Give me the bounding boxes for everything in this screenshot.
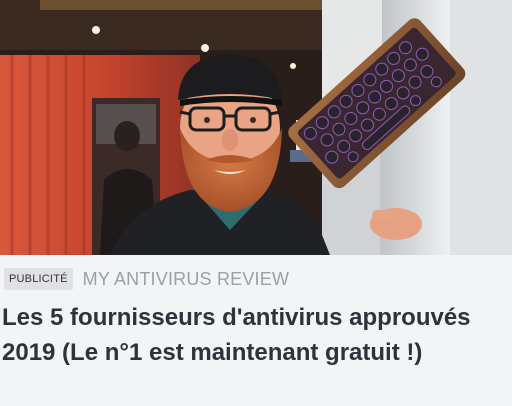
ad-headline[interactable]: Les 5 fournisseurs d'antivirus approuvés… — [2, 300, 507, 370]
ad-thumbnail-image[interactable] — [0, 0, 512, 255]
ad-meta-row: PUBLICITÉ MY ANTIVIRUS REVIEW — [4, 268, 289, 290]
sponsored-badge: PUBLICITÉ — [4, 268, 73, 290]
ad-source-name[interactable]: MY ANTIVIRUS REVIEW — [83, 269, 290, 289]
sponsored-ad-card[interactable]: PUBLICITÉ MY ANTIVIRUS REVIEW Les 5 four… — [0, 0, 512, 406]
photo-illustration — [0, 0, 512, 255]
